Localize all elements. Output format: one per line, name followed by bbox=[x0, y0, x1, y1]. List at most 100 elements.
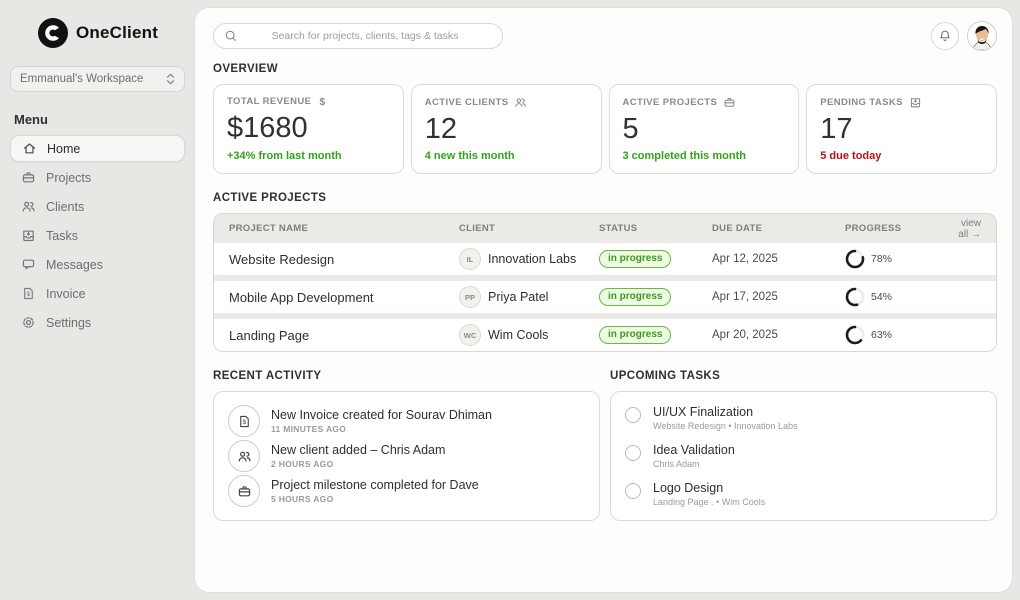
activity-text: Project milestone completed for Dave bbox=[271, 478, 479, 492]
sidebar-item-home[interactable]: Home bbox=[10, 135, 185, 162]
client-avatar: IL bbox=[459, 248, 481, 270]
task-title: Idea Validation bbox=[653, 443, 735, 457]
topbar bbox=[213, 8, 997, 63]
due-date: Apr 17, 2025 bbox=[712, 291, 778, 303]
column-header: CLIENT bbox=[459, 223, 496, 234]
sidebar-item-label: Invoice bbox=[46, 286, 86, 301]
stat-value: 12 bbox=[424, 113, 458, 145]
task-checkbox[interactable] bbox=[625, 407, 641, 423]
client-avatar: WC bbox=[459, 324, 481, 346]
sidebar-item-label: Settings bbox=[46, 315, 92, 330]
stat-card-active-projects: ACTIVE PROJECTS 5 3 completed this month bbox=[608, 84, 800, 174]
client-avatar: PP bbox=[459, 286, 481, 308]
avatar-illustration bbox=[968, 21, 996, 50]
stat-card-active-clients: ACTIVE CLIENTS 12 4 new this month bbox=[410, 84, 602, 174]
client-name: Wim Cools bbox=[488, 328, 549, 342]
table-row[interactable]: Website Redesign IL Innovation Labs in p… bbox=[214, 243, 996, 275]
search-input[interactable] bbox=[238, 29, 492, 42]
user-avatar[interactable] bbox=[967, 20, 997, 51]
sidebar-item-tasks[interactable]: Tasks bbox=[10, 222, 185, 249]
recent-activity-card: $ New Invoice created for Sourav Dhiman … bbox=[213, 391, 600, 521]
task-meta: Chris Adam bbox=[653, 459, 700, 469]
app-title: OneClient bbox=[76, 23, 159, 42]
app-logo: OneClient bbox=[10, 14, 185, 52]
progress-ring bbox=[845, 249, 865, 269]
activity-time: 11 MINUTES AGO bbox=[271, 424, 347, 434]
notifications-button[interactable] bbox=[931, 21, 959, 50]
workspace-selector[interactable]: Emmanual's Workspace bbox=[10, 66, 185, 92]
table-row[interactable]: Mobile App Development PP Priya Patel in… bbox=[214, 281, 996, 313]
activity-text: New client added – Chris Adam bbox=[271, 443, 446, 457]
client-name: Priya Patel bbox=[488, 290, 549, 304]
main-panel: OVERVIEW TOTAL REVENUE $ $1680 +34% from… bbox=[195, 8, 1012, 592]
sidebar-item-projects[interactable]: Projects bbox=[10, 164, 185, 191]
column-header: STATUS bbox=[599, 223, 638, 234]
stat-label: PENDING TASKS bbox=[820, 97, 903, 108]
sidebar-item-label: Home bbox=[47, 141, 81, 156]
recent-activity-heading: RECENT ACTIVITY bbox=[213, 370, 322, 382]
chevron-updown-icon bbox=[166, 73, 175, 85]
search-bar[interactable] bbox=[213, 22, 503, 49]
activity-time: 5 HOURS AGO bbox=[271, 494, 334, 504]
sidebar-item-invoice[interactable]: $ Invoice bbox=[10, 280, 185, 307]
task-item: Idea Validation Chris Adam bbox=[625, 443, 982, 469]
activity-item: $ New Invoice created for Sourav Dhiman … bbox=[228, 405, 585, 437]
stat-label: TOTAL REVENUE bbox=[227, 96, 312, 107]
task-title: UI/UX Finalization bbox=[653, 405, 754, 419]
activity-item: Project milestone completed for Dave 5 H… bbox=[228, 475, 585, 507]
project-name: Website Redesign bbox=[229, 251, 335, 267]
users-icon bbox=[22, 201, 35, 212]
tray-icon bbox=[910, 98, 920, 108]
message-icon bbox=[22, 259, 35, 270]
progress-ring bbox=[845, 287, 865, 307]
sidebar-item-label: Tasks bbox=[46, 228, 78, 243]
status-badge: in progress bbox=[599, 326, 672, 344]
briefcase-icon bbox=[22, 172, 35, 183]
project-name: Mobile App Development bbox=[229, 289, 374, 305]
task-title: Logo Design bbox=[653, 481, 724, 495]
svg-text:$: $ bbox=[27, 291, 31, 298]
sidebar: OneClient Emmanual's Workspace Menu Home… bbox=[0, 0, 195, 600]
overview-heading: OVERVIEW bbox=[213, 63, 278, 75]
status-badge: in progress bbox=[599, 250, 672, 268]
task-item: UI/UX Finalization Website Redesign • In… bbox=[625, 405, 982, 431]
task-checkbox[interactable] bbox=[625, 445, 641, 461]
stat-note: 5 due today bbox=[820, 150, 882, 162]
progress-label: 63% bbox=[871, 329, 893, 341]
sidebar-item-messages[interactable]: Messages bbox=[10, 251, 185, 278]
workspace-name: Emmanual's Workspace bbox=[20, 73, 144, 85]
column-header: DUE DATE bbox=[712, 223, 763, 234]
tray-icon bbox=[23, 230, 34, 242]
menu-heading: Menu bbox=[14, 112, 48, 127]
task-meta: Website Redesign • Innovation Labs bbox=[653, 421, 798, 431]
stat-label: ACTIVE PROJECTS bbox=[622, 97, 718, 108]
table-header-row: PROJECT NAME CLIENT STATUS DUE DATE PROG… bbox=[214, 214, 996, 243]
column-header: PROGRESS bbox=[845, 223, 902, 234]
client-name: Innovation Labs bbox=[488, 252, 577, 266]
task-checkbox[interactable] bbox=[625, 483, 641, 499]
users-icon bbox=[228, 440, 260, 472]
briefcase-icon bbox=[228, 475, 260, 507]
invoice-icon: $ bbox=[228, 405, 260, 437]
oneclient-logo-icon bbox=[38, 18, 68, 48]
stat-note: +34% from last month bbox=[227, 150, 342, 162]
due-date: Apr 20, 2025 bbox=[712, 329, 778, 341]
invoice-icon: $ bbox=[24, 287, 33, 300]
task-meta: Landing Page . • Wim Cools bbox=[653, 497, 766, 507]
sidebar-item-settings[interactable]: Settings bbox=[10, 309, 185, 336]
activity-text: New Invoice created for Sourav Dhiman bbox=[271, 408, 492, 422]
sidebar-item-clients[interactable]: Clients bbox=[10, 193, 185, 220]
stat-note: 3 completed this month bbox=[622, 150, 746, 162]
sidebar-item-label: Clients bbox=[46, 199, 85, 214]
progress-label: 78% bbox=[871, 253, 893, 265]
overview-cards: TOTAL REVENUE $ $1680 +34% from last mon… bbox=[213, 84, 997, 174]
task-item: Logo Design Landing Page . • Wim Cools bbox=[625, 481, 982, 507]
upcoming-tasks-heading: UPCOMING TASKS bbox=[610, 370, 721, 382]
view-all-link[interactable]: view all → bbox=[950, 218, 996, 240]
project-name: Landing Page bbox=[229, 327, 310, 343]
activity-time: 2 HOURS AGO bbox=[271, 459, 334, 469]
sidebar-item-label: Messages bbox=[46, 257, 103, 272]
sidebar-item-label: Projects bbox=[46, 170, 92, 185]
stat-label: ACTIVE CLIENTS bbox=[424, 97, 509, 108]
table-row[interactable]: Landing Page WC Wim Cools in progress Ap… bbox=[214, 319, 996, 351]
